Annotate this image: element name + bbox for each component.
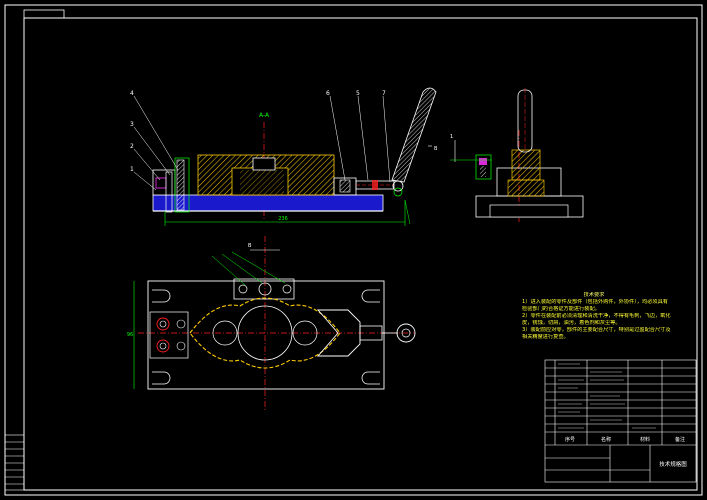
tb-label-material: 材料 <box>640 436 650 443</box>
lever-handle <box>391 87 437 183</box>
balloon-2: 2 <box>130 143 134 150</box>
parts-list-scribbles <box>558 363 656 429</box>
plan-left-block <box>149 311 189 359</box>
side-section-marker: B <box>434 146 438 152</box>
side-balloon: 1 <box>450 134 453 140</box>
plan-base-outline <box>147 280 385 390</box>
tech-requirements: 技术要求 1）进入装配的零件及部件（包括外购件，外协件），均必须具有 检验部门的… <box>522 292 706 341</box>
tech-line-5: 3）装配前应对零，部件的主要配合尺寸，特别是过盈配合尺寸及 <box>522 327 671 333</box>
overall-dimension-value: 236 <box>278 216 288 222</box>
balloon-4: 4 <box>130 90 134 97</box>
plan-side-dimension: 96 <box>127 332 133 338</box>
section-view-a-a: A-A 4 3 2 1 6 5 7 236 <box>130 87 437 226</box>
section-label: A-A <box>259 112 270 119</box>
plan-top-bracket <box>233 278 295 300</box>
balloon-5: 5 <box>356 90 360 97</box>
tech-line-4: 皮，锈蚀，切屑，油污，着色剂和灰尘等。 <box>522 320 621 326</box>
tech-line-1: 1）进入装配的零件及部件（包括外购件，外协件），均必须具有 <box>522 299 668 305</box>
side-view: 1 B <box>428 88 584 222</box>
tb-label-remark: 备注 <box>675 436 685 443</box>
outer-frame <box>4 4 703 496</box>
balloon-3: 3 <box>130 121 134 128</box>
balloon-7: 7 <box>382 90 386 97</box>
balloon-1: 1 <box>130 166 134 173</box>
tech-requirements-heading: 技术要求 <box>583 292 605 298</box>
balloon-6: 6 <box>326 90 330 97</box>
inner-frame <box>23 17 698 491</box>
base-plate <box>152 194 384 212</box>
cad-drawing-canvas: A-A 4 3 2 1 6 5 7 236 1 B B 96 序号 名称 材料 … <box>4 4 703 496</box>
tech-line-3: 2）零件在装配前必须清理和清洗干净，不得有毛刺，飞边，氧化 <box>522 313 671 319</box>
plan-section-marker: B <box>248 243 252 249</box>
tb-label-name: 名称 <box>601 436 611 443</box>
tb-label-no: 序号 <box>565 436 575 443</box>
tb-title: 技术规格图 <box>659 460 687 468</box>
tech-line-2: 检验部门的合格证方能进行装配。 <box>522 306 600 312</box>
plan-view: B 96 <box>127 236 416 410</box>
tech-line-6: 相关精度进行复查。 <box>522 334 569 340</box>
margin-stamp-block <box>4 434 25 491</box>
corner-tag-box <box>23 9 65 19</box>
